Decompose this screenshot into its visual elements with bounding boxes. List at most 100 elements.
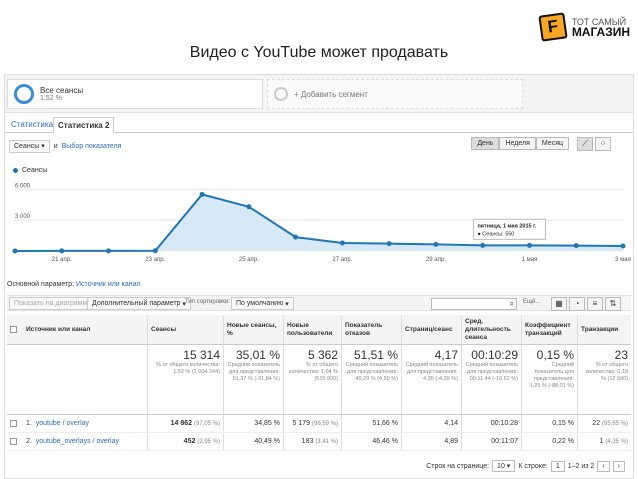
total-value: 51,51 % — [353, 348, 398, 362]
logo-mark: F — [538, 12, 568, 42]
table-row: 1. youtube / overlay 14 862 (97,05 %) 34… — [7, 415, 631, 433]
week-button[interactable]: Неделя — [499, 137, 536, 150]
header-new-sessions[interactable]: Новые сеансы, % — [223, 315, 283, 344]
next-page-button[interactable]: › — [612, 460, 625, 472]
segments-bar: Все сеансы 1,52 % + Добавить сегмент — [5, 75, 633, 113]
sort-type-label: Тип сортировки: — [185, 299, 230, 305]
page-range: 1–2 из 2 — [567, 462, 595, 470]
rows-per-page-label: Строк на странице: — [426, 462, 490, 470]
row-source-link[interactable]: youtube_overlays / overlay — [36, 438, 119, 445]
row-users-pct: (96,59 %) — [311, 421, 338, 427]
rows-per-page-value: 10 — [497, 463, 505, 470]
data-point — [12, 248, 18, 254]
choose-metric-link[interactable]: Выбор показателя — [62, 143, 122, 150]
sessions-line-chart: 6 000 3 000 21 апр. 23 апр. 25 апр. 27 апр. 29… — [12, 183, 631, 263]
table-search-input[interactable]: ⌕ — [431, 298, 517, 310]
tab-statistics-2[interactable]: Статистика 2 — [53, 117, 115, 133]
secondary-dimension-label: Дополнительный параметр — [92, 300, 181, 307]
and-label: и — [53, 142, 58, 150]
row-duration: 00:11:07 — [461, 433, 521, 450]
more-link[interactable]: Ещё... — [523, 299, 540, 305]
header-duration[interactable]: Сред. длительность сеанса — [461, 315, 521, 344]
header-conversion[interactable]: Коэффициент транзакций — [521, 315, 577, 344]
data-point — [573, 243, 579, 249]
header-new-users[interactable]: Новые пользователи — [283, 315, 341, 344]
line-chart-icon[interactable]: ⟋ — [577, 137, 593, 151]
data-point — [620, 243, 626, 249]
header-source[interactable]: Источник или канал — [23, 315, 147, 344]
header-checkbox-cell — [7, 315, 23, 344]
data-point — [386, 241, 392, 247]
row-sessions: 14 862 — [170, 420, 193, 427]
total-note: % от общего количества: 1,04 % (515 900) — [289, 362, 338, 382]
row-pages: 4,14 — [401, 415, 461, 432]
header-bounce[interactable]: Показатель отказов — [341, 315, 401, 344]
analytics-panel: Все сеансы 1,52 % + Добавить сегмент Ста… — [4, 74, 634, 479]
row-source-link[interactable]: youtube / overlay — [36, 420, 89, 427]
segment-title: Все сеансы — [40, 86, 84, 95]
row-sessions-pct: (2,95 %) — [197, 439, 220, 445]
metric-select[interactable]: Сеансы ▾ — [9, 139, 50, 153]
primary-dimension: Основной параметр: Источник или канал — [7, 281, 141, 288]
header-checkbox[interactable] — [10, 326, 17, 333]
tab-statistics[interactable]: Статистика — [7, 117, 57, 133]
go-to-row-input[interactable]: 1 — [550, 460, 565, 472]
brand-logo: F ТОТ САМЫЙ МАГАЗИН — [538, 12, 630, 42]
row-checkbox[interactable] — [10, 437, 17, 445]
sort-type-value: По умолчанию — [236, 300, 284, 307]
row-transactions-pct: (4,35 %) — [605, 439, 628, 445]
pie-view-icon[interactable]: ◔ — [569, 297, 585, 311]
metric-select-label: Сеансы — [14, 142, 40, 150]
row-sessions: 452 — [183, 438, 196, 445]
prev-page-button[interactable]: ‹ — [597, 460, 610, 472]
data-point — [106, 248, 112, 254]
sort-type-select[interactable]: По умолчанию ▾ — [231, 297, 294, 310]
plot-rows-button[interactable]: Показать на диаграмме — [9, 297, 97, 310]
totals-row: 15 314% от общего количества: 1,52 % (1 … — [7, 345, 631, 415]
table-header: Источник или канал Сеансы Новые сеансы, … — [7, 315, 631, 345]
day-button[interactable]: День — [471, 137, 500, 150]
total-value: 4,17 — [434, 348, 458, 362]
total-value: 5 362 — [307, 348, 338, 362]
primary-dimension-value[interactable]: Источник или канал — [76, 281, 141, 288]
report-tabs: Статистика Статистика 2 — [5, 115, 633, 133]
row-transactions-pct: (95,65 %) — [601, 421, 628, 427]
compare-view-icon[interactable]: ⇅ — [605, 297, 621, 311]
table-view-icon[interactable]: ▦ — [551, 297, 567, 311]
header-transactions[interactable]: Транзакции — [577, 315, 631, 344]
total-note: Средний показатель для представления: 51… — [227, 362, 280, 382]
header-pages[interactable]: Страниц/сеанс — [401, 315, 461, 344]
row-checkbox[interactable] — [10, 419, 17, 427]
total-note: Средний показатель для представления: 4,… — [405, 362, 458, 382]
row-pages: 4,89 — [401, 433, 461, 450]
month-button[interactable]: Месяц — [535, 137, 569, 150]
total-value: 15 314 — [183, 348, 220, 362]
total-note: Средний показатель для представления: 00… — [465, 362, 518, 382]
bar-view-icon[interactable]: ≡ — [587, 297, 603, 311]
motion-chart-icon[interactable]: ⁘ — [595, 137, 611, 151]
total-note: % от общего количества: 0,18 % (12 500) — [585, 362, 628, 382]
tooltip-value: ● Сеансы: 550 — [477, 231, 514, 237]
segment-all-sessions[interactable]: Все сеансы 1,52 % — [7, 79, 263, 109]
x-tick-label: 25 апр. — [239, 257, 259, 263]
row-new-pct: 40,49 % — [223, 433, 283, 450]
total-value: 00:10:29 — [471, 348, 518, 362]
data-point — [59, 248, 65, 254]
x-tick-label: 29 апр. — [426, 257, 446, 263]
rows-per-page-select[interactable]: 10 ▾ — [492, 460, 516, 472]
data-point — [246, 204, 252, 210]
add-segment-label: + Добавить сегмент — [294, 89, 368, 99]
granularity-buttons: День Неделя Месяц — [471, 137, 569, 150]
header-sessions[interactable]: Сеансы — [147, 315, 223, 344]
row-number: 1. — [26, 420, 32, 427]
x-tick-label: 21 апр. — [52, 257, 72, 263]
data-point — [339, 240, 345, 246]
y-tick-label: 3 000 — [15, 214, 31, 220]
row-transactions: 22 — [592, 420, 601, 427]
secondary-dimension-select[interactable]: Дополнительный параметр ▾ — [87, 297, 191, 310]
row-users: 183 — [301, 438, 314, 445]
primary-dimension-label: Основной параметр: — [7, 281, 75, 288]
row-number: 2. — [26, 438, 32, 445]
total-note: Средний показатель для представления: 1,… — [529, 362, 574, 389]
add-segment-button[interactable]: + Добавить сегмент — [267, 79, 523, 109]
